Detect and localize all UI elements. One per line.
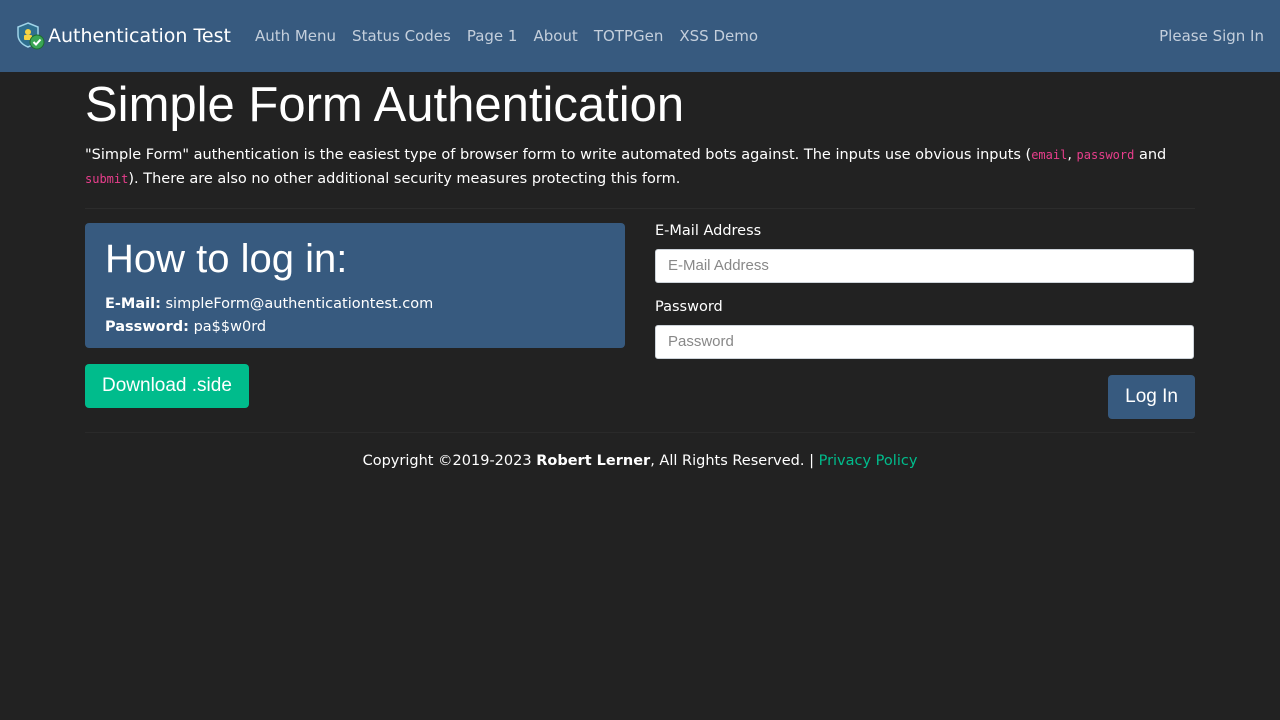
log-in-button[interactable]: Log In: [1108, 374, 1195, 419]
instructions-column: How to log in: E-Mail: simpleForm@authen…: [85, 222, 625, 419]
credential-email: E-Mail: simpleForm@authenticationtest.co…: [105, 293, 605, 316]
page-title: Simple Form Authentication: [85, 78, 685, 132]
main-container: Simple Form Authentication "Simple Form"…: [85, 76, 1195, 469]
footer-rights: , All Rights Reserved. |: [650, 452, 819, 469]
nav-link-about[interactable]: About: [525, 27, 585, 45]
nav-link-status-codes[interactable]: Status Codes: [344, 27, 459, 45]
intro-sep-2: and: [1134, 146, 1167, 163]
email-field[interactable]: [655, 248, 1194, 283]
submit-row: Log In: [655, 374, 1195, 419]
login-form: E-Mail Address Password Log In: [655, 223, 1195, 419]
nav-link-auth-menu[interactable]: Auth Menu: [247, 27, 344, 45]
nav-link-totpgen[interactable]: TOTPGen: [586, 27, 672, 45]
credential-email-value: simpleForm@authenticationtest.com: [160, 295, 434, 312]
password-label: Password: [655, 298, 723, 315]
code-email: email: [1031, 147, 1068, 162]
divider: [85, 207, 1195, 209]
intro-after: ). There are also no other additional se…: [128, 170, 681, 187]
intro-before: "Simple Form" authentication is the easi…: [85, 146, 1032, 163]
privacy-policy-link[interactable]: Privacy Policy: [819, 453, 918, 469]
footer-copyright: Copyright ©2019-2023: [362, 452, 537, 469]
brand-link[interactable]: Authentication Test: [16, 21, 231, 51]
download-side-button[interactable]: Download .side: [85, 363, 249, 408]
howto-card: How to log in: E-Mail: simpleForm@authen…: [85, 222, 625, 348]
credential-password: Password: pa$$w0rd: [105, 316, 605, 339]
email-group: E-Mail Address: [655, 223, 1195, 283]
navbar: Authentication Test Auth Menu Status Cod…: [0, 0, 1280, 72]
footer-author: Robert Lerner: [536, 452, 651, 469]
footer: Copyright ©2019-2023 Robert Lerner, All …: [85, 453, 1195, 469]
intro-sep-1: ,: [1067, 146, 1077, 163]
nav-links: Auth Menu Status Codes Page 1 About TOTP…: [247, 27, 766, 45]
code-submit: submit: [85, 171, 129, 186]
password-field[interactable]: [655, 324, 1194, 359]
howto-title: How to log in:: [105, 236, 348, 281]
credential-password-label: Password:: [105, 318, 189, 335]
shield-check-logo-icon: [17, 22, 45, 50]
email-label: E-Mail Address: [655, 222, 762, 239]
brand-name: Authentication Test: [48, 25, 231, 47]
password-group: Password: [655, 299, 1195, 359]
intro-text: "Simple Form" authentication is the easi…: [85, 143, 1195, 191]
credential-password-value: pa$$w0rd: [188, 318, 267, 335]
nav-link-xss-demo[interactable]: XSS Demo: [671, 27, 766, 45]
footer-divider: [85, 431, 1195, 433]
code-password: password: [1076, 147, 1135, 162]
nav-link-page-1[interactable]: Page 1: [459, 27, 526, 45]
sign-in-link[interactable]: Please Sign In: [1159, 27, 1264, 45]
content-row: How to log in: E-Mail: simpleForm@authen…: [85, 222, 1195, 419]
credential-email-label: E-Mail:: [105, 295, 161, 312]
